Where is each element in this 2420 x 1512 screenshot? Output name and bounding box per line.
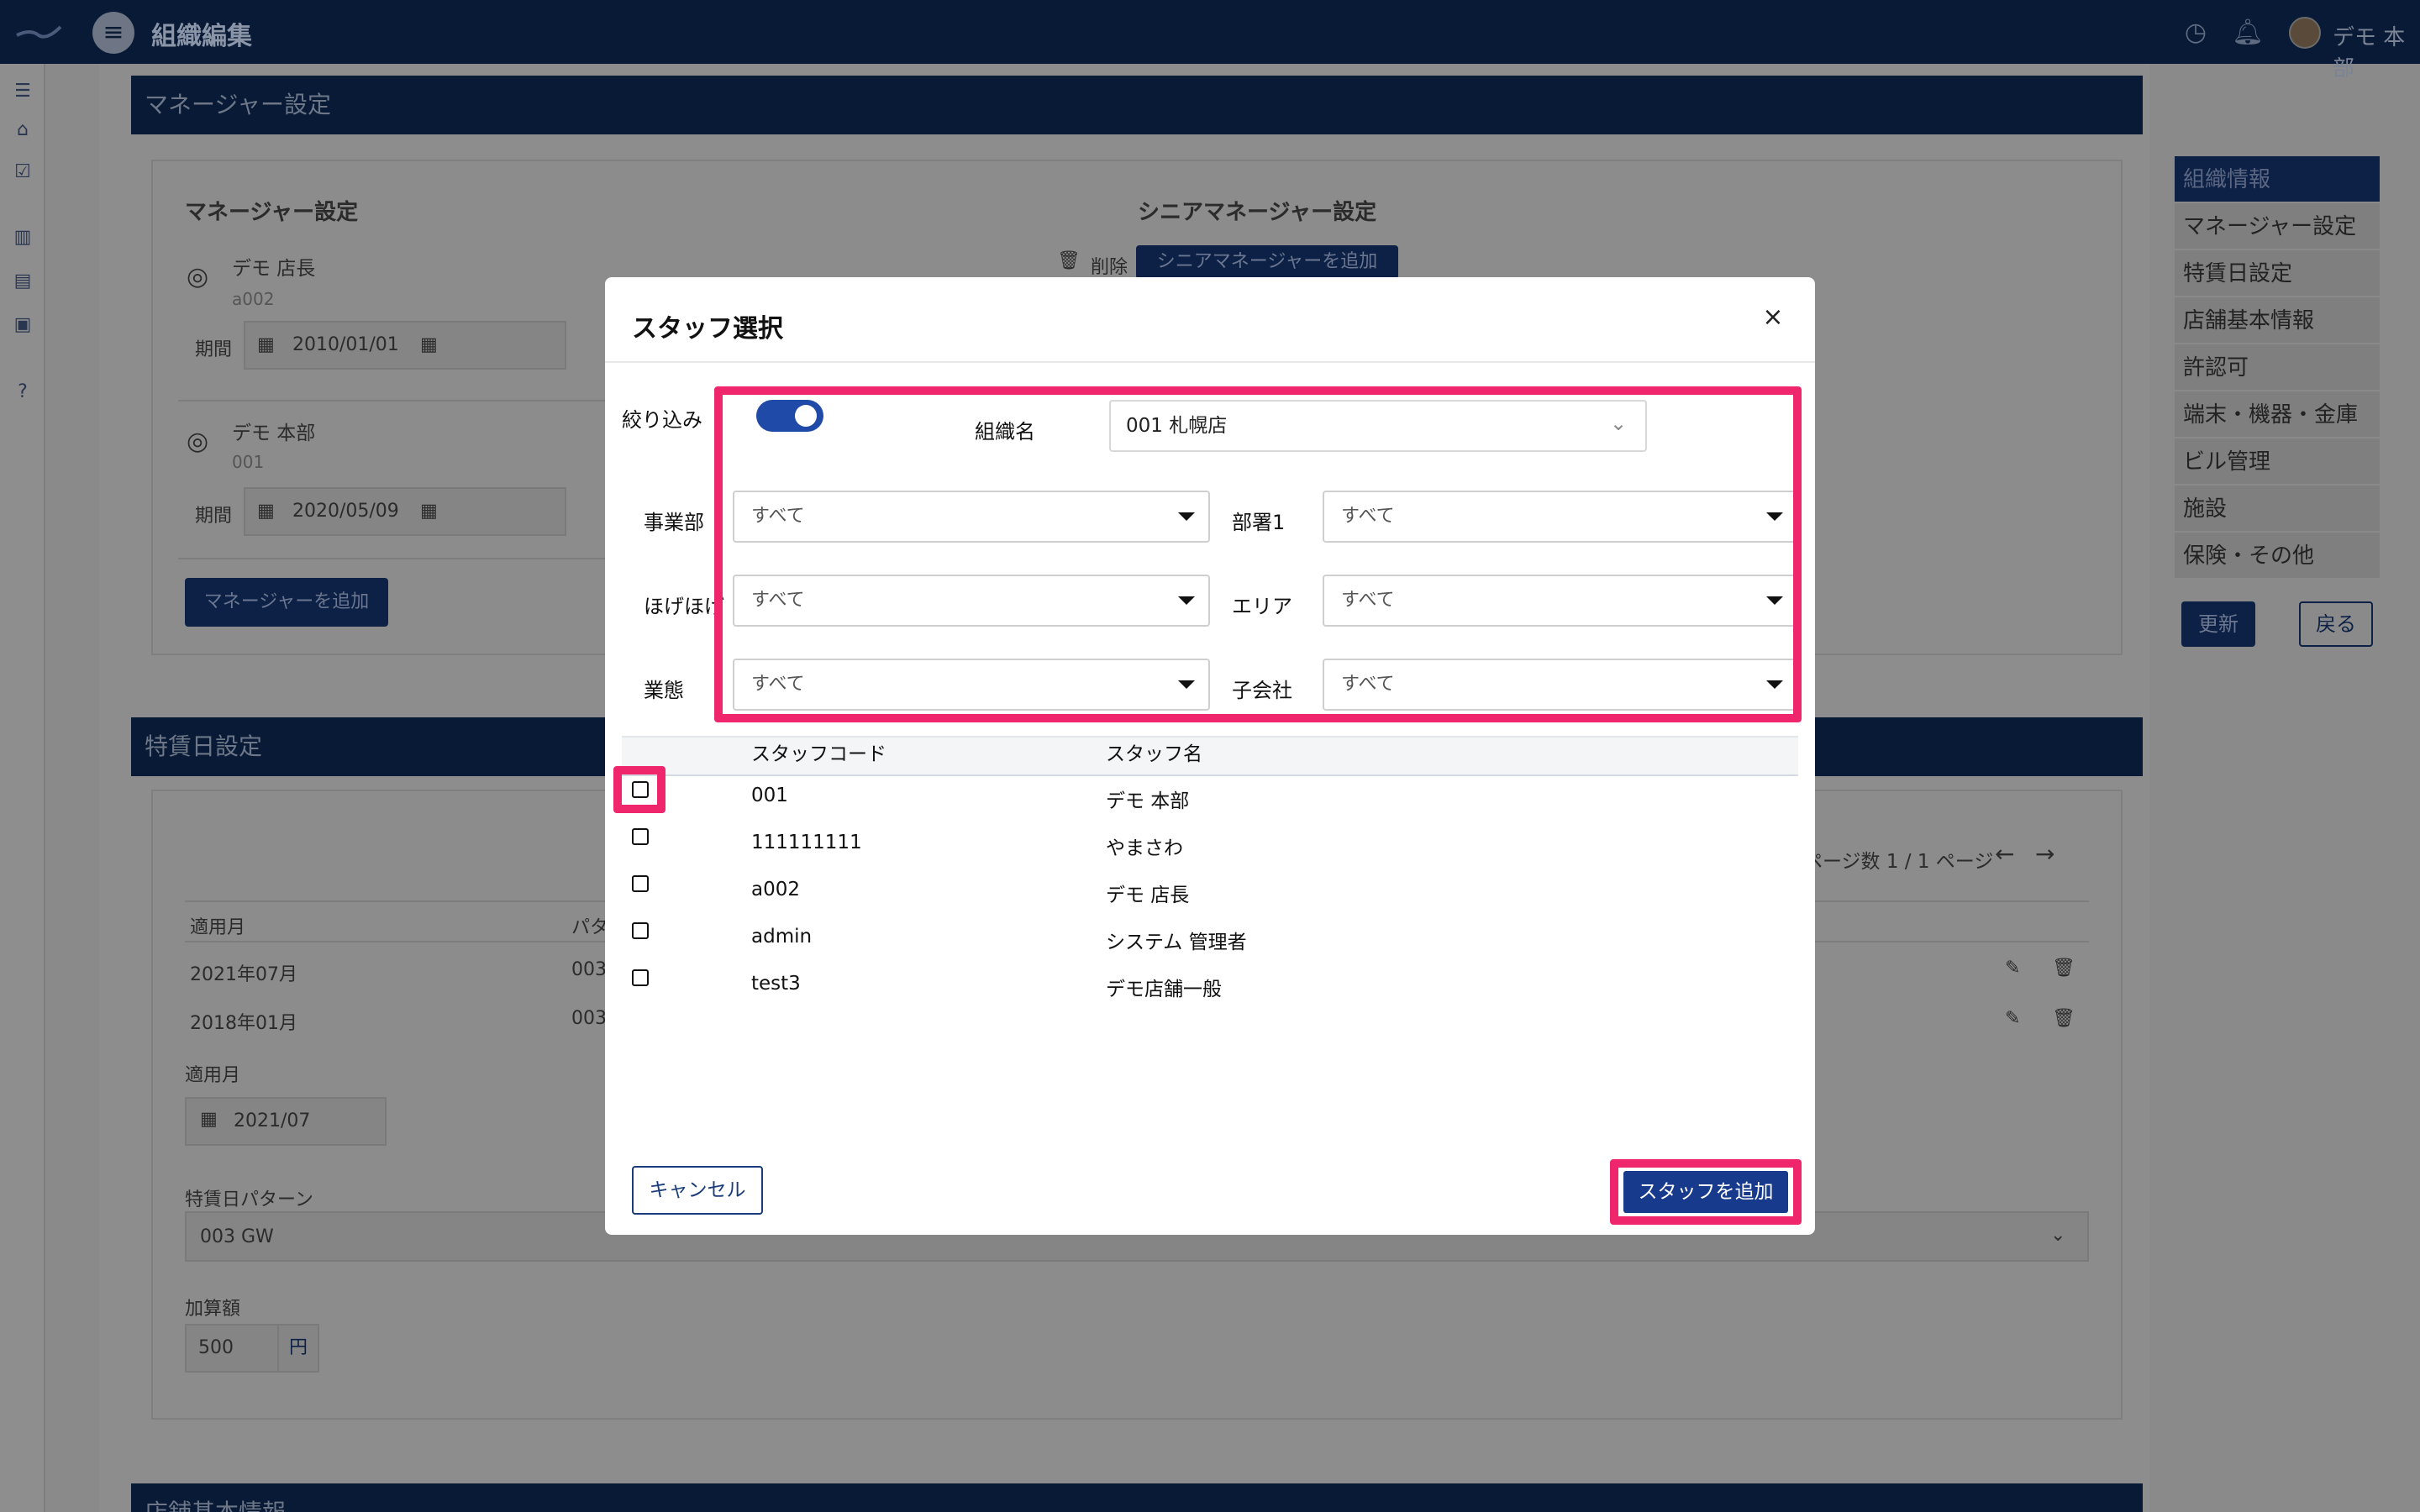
period-label: 期間 (195, 339, 233, 360)
building-icon[interactable]: ▥ (12, 227, 34, 249)
row-pattern: 003 (571, 1008, 607, 1029)
modal-divider (605, 361, 1815, 363)
calendar-icon: ▦ (200, 1109, 218, 1130)
row-pattern: 003 (571, 959, 607, 980)
row-checkbox[interactable] (632, 828, 649, 845)
manager-name: デモ 店長 (232, 258, 316, 280)
amount-label: 加算額 (185, 1299, 241, 1320)
calendar-icon: ▦ (257, 501, 275, 522)
right-menu-item[interactable]: 店舗基本情報 (2175, 297, 2380, 344)
staff-code: admin (751, 926, 813, 948)
store-section-header: 店舗基本情報 (131, 1483, 2143, 1512)
row-checkbox[interactable] (632, 875, 649, 892)
amount-value: 500 (198, 1337, 234, 1358)
filter-label-business-type: 業態 (644, 679, 684, 702)
user-circle-icon: ◎ (187, 427, 209, 456)
trash-icon[interactable]: 🗑︎ (1057, 250, 1081, 271)
delete-link[interactable]: 削除 (1091, 252, 1128, 279)
top-bar (0, 0, 2420, 64)
avatar[interactable] (2289, 17, 2321, 49)
senior-manager-title: シニアマネージャー設定 (1138, 200, 1377, 225)
period-start: 2020/05/09 (292, 501, 399, 522)
apply-month-value: 2021/07 (234, 1110, 311, 1131)
period-label: 期間 (195, 506, 233, 527)
page-info: ページ数 1 / 1 ページ (1803, 851, 1994, 873)
pattern-value: 003 GW (200, 1226, 274, 1247)
bar-chart-icon[interactable]: ▤ (12, 270, 34, 292)
id-card-icon[interactable]: ▣ (12, 314, 34, 336)
logo (16, 25, 62, 39)
calendar-icon: ▦ (420, 501, 438, 522)
staff-name: デモ 店長 (1106, 885, 1190, 906)
add-senior-manager-button[interactable]: シニアマネージャーを追加 (1136, 245, 1398, 279)
trash-icon[interactable]: 🗑︎ (2052, 1008, 2075, 1029)
add-manager-button[interactable]: マネージャーを追加 (185, 578, 388, 627)
pattern-label: 特賃日パターン (185, 1189, 313, 1210)
manager-section-header: マネージャー設定 (131, 76, 2143, 134)
apply-month-label: 適用月 (185, 1065, 241, 1086)
manager-code: 001 (232, 452, 265, 472)
cancel-button[interactable]: キャンセル (632, 1166, 763, 1215)
user-circle-icon: ◎ (187, 262, 209, 291)
manager-code: a002 (232, 289, 275, 309)
next-page-icon[interactable]: → (2035, 840, 2054, 868)
column-staff-code[interactable]: スタッフコード (751, 738, 886, 766)
home-icon[interactable]: ⌂ (12, 119, 34, 141)
highlight-box (613, 766, 666, 813)
staff-code: 111111111 (751, 832, 862, 853)
calendar-icon: ▦ (257, 334, 275, 355)
add-staff-button[interactable]: スタッフを追加 (1623, 1171, 1788, 1213)
right-menu-item[interactable]: 端末・機器・金庫 (2175, 391, 2380, 438)
right-menu-item[interactable]: 保険・その他 (2175, 533, 2380, 580)
right-menu-item[interactable]: 組織情報 (2175, 156, 2380, 203)
amount-unit: 円 (277, 1324, 319, 1373)
help-icon[interactable]: ? (12, 381, 34, 403)
calendar-check-icon[interactable]: ☑ (12, 161, 34, 183)
manager-name: デモ 本部 (232, 423, 316, 444)
edit-icon[interactable]: ✎ (2005, 1008, 2020, 1029)
close-icon[interactable]: × (1756, 302, 1790, 332)
right-menu-item[interactable]: 特賃日設定 (2175, 250, 2380, 297)
back-button[interactable]: 戻る (2299, 601, 2373, 647)
staff-code: test3 (751, 973, 801, 995)
list-icon[interactable]: ☰ (12, 81, 34, 102)
staff-code: 001 (751, 785, 788, 806)
manager-title: マネージャー設定 (185, 200, 359, 225)
bell-icon[interactable]: 🔔︎ (2232, 18, 2264, 47)
col-month: 適用月 (190, 917, 246, 938)
filter-label: 絞り込み (622, 408, 702, 432)
prev-page-icon[interactable]: ← (1995, 840, 2014, 868)
row-month: 2021年07月 (190, 964, 297, 985)
right-menu-item[interactable]: ビル管理 (2175, 438, 2380, 486)
trash-icon[interactable]: 🗑︎ (2052, 958, 2075, 979)
staff-code: a002 (751, 879, 800, 900)
right-menu-item[interactable]: 許認可 (2175, 344, 2380, 391)
staff-name: やまさわ (1106, 837, 1183, 859)
filter-label-division: 事業部 (644, 511, 704, 534)
highlight-box (714, 386, 1802, 722)
calendar-icon: ▦ (420, 334, 438, 355)
column-staff-name[interactable]: スタッフ名 (1106, 738, 1202, 766)
staff-name: システム 管理者 (1106, 932, 1247, 953)
staff-name: デモ店舗一般 (1106, 979, 1222, 1000)
edit-icon[interactable]: ✎ (2005, 958, 2020, 979)
chevron-down-icon: ⌄ (2050, 1225, 2066, 1246)
period-start: 2010/01/01 (292, 334, 399, 355)
staff-name: デモ 本部 (1106, 790, 1190, 812)
user-name[interactable]: デモ 本部 (2333, 20, 2420, 82)
modal-title: スタッフ選択 (632, 314, 783, 344)
row-checkbox[interactable] (632, 969, 649, 986)
right-menu: 組織情報 マネージャー設定 特賃日設定 店舗基本情報 許認可 端末・機器・金庫 … (2175, 156, 2380, 580)
menu-icon[interactable]: ≡ (92, 12, 134, 54)
row-month: 2018年01月 (190, 1013, 297, 1034)
clock-icon[interactable]: ◷ (2181, 18, 2210, 47)
update-button[interactable]: 更新 (2181, 601, 2255, 647)
right-menu-item[interactable]: マネージャー設定 (2175, 203, 2380, 250)
page-title: 組織編集 (151, 22, 252, 51)
row-checkbox[interactable] (632, 922, 649, 939)
staff-select-modal: スタッフ選択 × 絞り込み 組織名 001 札幌店 ⌄ 事業部 すべて 部署1 … (605, 277, 1815, 1235)
right-menu-item[interactable]: 施設 (2175, 486, 2380, 533)
